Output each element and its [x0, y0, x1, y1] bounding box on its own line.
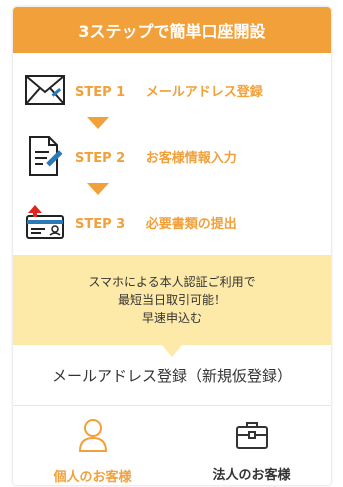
step-number: STEP 2 [75, 150, 126, 166]
customer-type-options: 個人のお客様 法人のお客様 [13, 406, 331, 485]
step-label: 必要書類の提出 [145, 216, 237, 232]
corporate-customer-option[interactable]: 法人のお客様 [172, 406, 331, 485]
envelope-icon [23, 68, 67, 112]
notice-line-2: 最短当日取引可能！ [117, 293, 226, 307]
down-arrow-icon [87, 183, 109, 195]
step-number: STEP 1 [75, 84, 126, 100]
personal-customer-label: 個人のお客様 [53, 469, 132, 485]
step-label: メールアドレス登録 [145, 84, 263, 100]
step-label: お客様情報入力 [145, 150, 237, 166]
step-number: STEP 3 [75, 216, 126, 232]
apply-now-link[interactable]: 早速申込む [142, 309, 202, 327]
down-arrow-icon [87, 117, 109, 129]
briefcase-icon [235, 420, 269, 454]
smartphone-verification-notice[interactable]: スマホによる本人認証ご利用で 最短当日取引可能！ 早速申込む [13, 255, 331, 345]
step-1: STEP 1 メールアドレス登録 [23, 67, 331, 113]
header-title: 3ステップで簡単口座開設 [78, 22, 266, 41]
step-3: STEP 3 必要書類の提出 [23, 199, 331, 245]
person-icon [78, 418, 108, 456]
document-pen-icon [23, 134, 67, 178]
step-2: STEP 2 お客様情報入力 [23, 133, 331, 179]
id-card-upload-icon [23, 200, 67, 244]
personal-customer-option[interactable]: 個人のお客様 [13, 406, 172, 485]
steps-list: STEP 1 メールアドレス登録 STEP 2 お客様情報入力 STEP 3 必… [13, 53, 331, 255]
notice-line-1: スマホによる本人認証ご利用で [88, 275, 256, 289]
card-header: 3ステップで簡単口座開設 [13, 7, 331, 53]
account-opening-card: 3ステップで簡単口座開設 STEP 1 メールアドレス登録 STEP 2 お客様… [13, 7, 331, 485]
corporate-customer-label: 法人のお客様 [212, 467, 291, 483]
